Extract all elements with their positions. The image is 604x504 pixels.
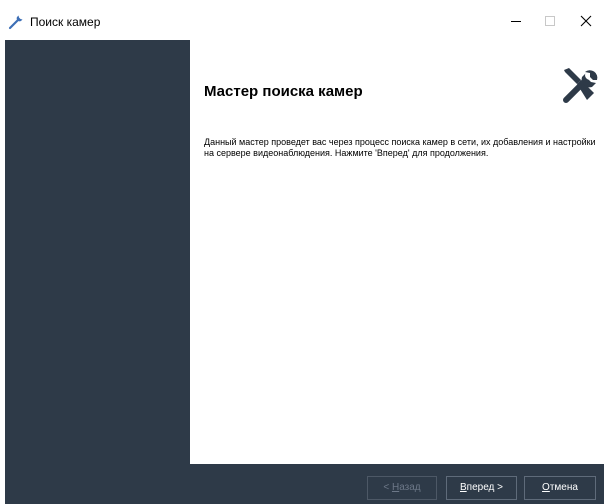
next-button[interactable]: Вперед > <box>446 476 517 500</box>
next-button-rest: перед > <box>466 482 503 493</box>
close-button[interactable] <box>568 8 604 34</box>
maximize-button[interactable] <box>532 8 568 34</box>
title-bar: Поиск камер <box>0 0 604 40</box>
tools-icon <box>8 15 23 30</box>
page-title: Мастер поиска камер <box>204 83 363 100</box>
next-button-accel: В <box>459 482 467 493</box>
wizard-window: Поиск камер Мастер поиска камер Данный м… <box>0 0 604 504</box>
wizard-button-bar: < Назад Вперед > Отмена <box>5 464 604 504</box>
close-icon <box>580 15 592 27</box>
cancel-button-rest: тмена <box>549 482 578 493</box>
back-button[interactable]: < Назад <box>367 476 437 500</box>
tools-icon <box>563 68 598 103</box>
back-button-prefix: < <box>383 482 392 493</box>
window-title: Поиск камер <box>30 15 101 29</box>
maximize-icon <box>545 16 555 26</box>
wizard-content: Мастер поиска камер Данный мастер провед… <box>190 40 604 464</box>
cancel-button[interactable]: Отмена <box>524 476 596 500</box>
cancel-button-accel: О <box>542 482 550 493</box>
minimize-icon <box>511 21 521 22</box>
back-button-rest: азад <box>399 482 421 493</box>
wizard-sidebar <box>5 40 190 464</box>
minimize-button[interactable] <box>498 8 534 34</box>
description-text: Данный мастер проведет вас через процесс… <box>204 137 596 158</box>
